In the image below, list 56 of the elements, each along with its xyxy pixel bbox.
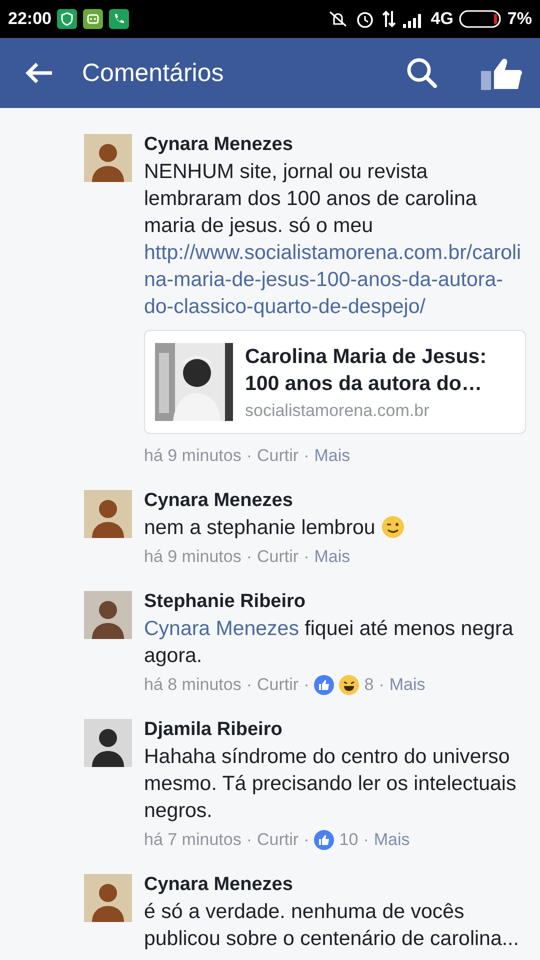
thumbs-up-icon [314,830,334,850]
preview-domain: socialistamorena.com.br [245,401,430,421]
separator-dot: · [246,446,252,466]
author-name[interactable]: Cynara Menezes [144,872,526,898]
like-link[interactable]: Curtir [257,675,299,695]
winking-face-icon [381,515,406,539]
separator-dot: · [304,675,310,695]
comment-text: é só a verdade. nenhuma de vocês publicou sobre o centenário de carolina... [144,899,520,952]
preview-title: Carolina Maria de Jesus: 100 anos da autora do… [245,344,488,397]
comment-text: NENHUM site, jornal ou revista lembraram dos 100 anos de carolina maria de jesus. só o meu http://www.socialistamorena.com.br/carolina-maria-de-jesus-100-anos-da-autora-do-classico-quarto-de-despejo/ [144,158,526,320]
separator-dot: · [304,830,310,850]
separator-dot: · [304,446,310,466]
shield-icon [57,9,78,29]
battery-icon [459,10,502,28]
comment-text: Cynara Menezes fiquei até menos negra agora. [144,616,514,669]
robot-icon [83,9,104,29]
more-link[interactable]: Mais [314,446,350,466]
laughing-face-icon [339,675,360,695]
reaction-count: 10 [339,830,358,850]
more-link[interactable]: Mais [374,830,410,850]
link-preview-card[interactable]: Carolina Maria de Jesus: 100 anos da autora do… socialistamorena.com.br [144,330,526,434]
clock-time: 22:00 [8,9,52,29]
thumbs-up-icon [314,675,334,695]
author-name[interactable]: Djamila Ribeiro [144,717,526,743]
like-link[interactable]: Curtir [257,446,299,466]
reaction-count: 8 [364,675,374,695]
separator-dot: · [246,675,252,695]
comment-time: há 7 minutos [144,830,242,850]
network-type: 4G [430,9,454,29]
separator-dot: · [246,547,252,567]
screen-title: Comentários [82,58,225,88]
muted-bell-icon [326,9,349,29]
comment-time: há 9 minutos [144,547,242,567]
data-arrows-icon [380,9,397,29]
separator-dot: · [246,830,252,850]
search-icon[interactable] [406,57,438,89]
alarm-icon [354,9,375,29]
separator-dot: · [378,675,384,695]
author-name[interactable]: Cynara Menezes [144,132,526,158]
more-link[interactable]: Mais [389,675,426,695]
comment-text: nem a stephanie lembrou [144,514,526,541]
comment-time: há 9 minutos [144,446,242,466]
comment-text: Hahaha síndrome do centro do universo mesmo. Tá precisando ler os intelectuais negros. [144,744,518,824]
more-link[interactable]: Mais [314,547,350,567]
comment-link[interactable]: http://www.socialistamorena.com.br/carolina-maria-de-jesus-100-anos-da-autora-do-classico-quarto-de-despejo/ [144,239,526,320]
like-link[interactable]: Curtir [257,547,299,567]
battery-percent: 7% [507,9,532,29]
author-name[interactable]: Cynara Menezes [144,488,526,514]
comment-time: há 8 minutos [144,675,242,695]
phone-icon [109,9,130,29]
author-name[interactable]: Stephanie Ribeiro [144,589,526,615]
mention-link[interactable]: Cynara Menezes [144,617,299,640]
separator-dot: · [363,830,369,850]
separator-dot: · [304,547,310,567]
back-arrow-icon[interactable] [24,61,54,85]
like-link[interactable]: Curtir [257,830,299,850]
